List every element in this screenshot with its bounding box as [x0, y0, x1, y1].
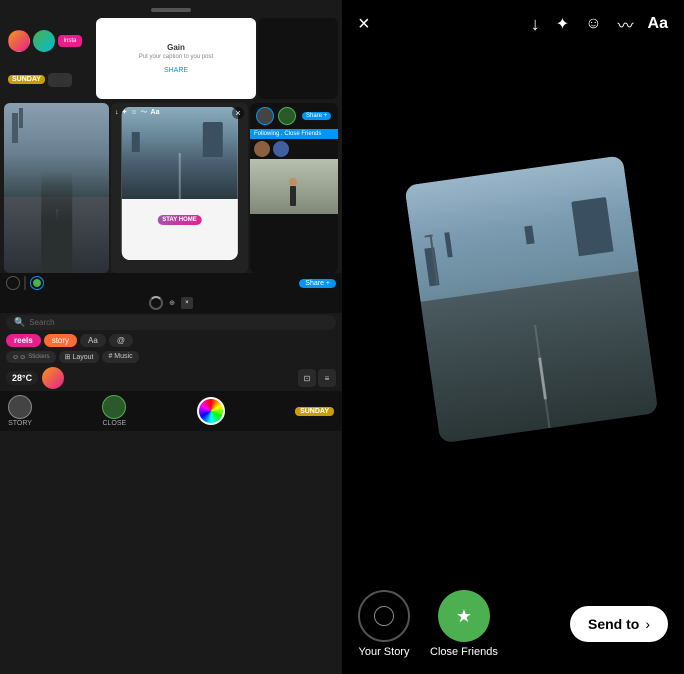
- send-to-text: Send to: [588, 616, 639, 632]
- layout-tool[interactable]: ⊞ Layout: [59, 351, 100, 363]
- sunday-badge: SUNDAY: [8, 75, 45, 84]
- left-panel: insta SUNDAY Gain Put your caption to yo…: [0, 0, 342, 674]
- big-thumbs-row: × ↓ ✦ ☺ 〜 Aa STAY HOME Sha: [0, 103, 342, 273]
- story-icon-3[interactable]: insta: [58, 35, 82, 47]
- story-prog-2: [30, 276, 44, 290]
- sticker-search[interactable]: 🔍 Search: [6, 315, 336, 330]
- your-story-label: Your Story: [359, 646, 410, 658]
- close-icon[interactable]: ×: [358, 13, 370, 36]
- gradient-circle: [42, 367, 64, 389]
- card-title: Gain: [167, 43, 185, 52]
- share-plus-btn[interactable]: Share +: [299, 279, 336, 288]
- small-tool-2[interactable]: ≡: [318, 369, 336, 387]
- top-toolbar: × ↓ ✦ ☺ 〰 Aa: [342, 0, 684, 44]
- temp-row: 28°C ⊡ ≡: [0, 365, 342, 391]
- road-thumb-middle[interactable]: × ↓ ✦ ☺ 〜 Aa STAY HOME: [111, 103, 248, 273]
- tools-grid: reels story Aa @: [0, 332, 342, 349]
- text-icon[interactable]: Aa: [648, 15, 668, 33]
- tool-text[interactable]: Aa: [80, 334, 106, 347]
- your-story-circle[interactable]: [358, 590, 410, 642]
- story-icon-1[interactable]: [8, 30, 30, 52]
- story-progress-row: Share +: [0, 273, 342, 293]
- top-divider: [151, 8, 191, 12]
- sticker-row-2: ☺☺ Stickers ⊞ Layout # Music: [0, 349, 342, 365]
- close-friends-label: Close Friends: [430, 646, 498, 658]
- inner-toolbar: ↓ ✦ ☺ 〜 Aa: [115, 107, 159, 117]
- your-story-option[interactable]: Your Story: [358, 590, 410, 658]
- dark-card: [258, 18, 338, 99]
- white-card: Gain Put your caption to you post SHARE: [96, 18, 256, 99]
- effects-icon[interactable]: ✦: [556, 14, 569, 34]
- canvas-area: [342, 44, 684, 580]
- story-icons-row: insta: [8, 30, 90, 52]
- story-icon-2[interactable]: [33, 30, 55, 52]
- send-to-arrow-icon: ›: [645, 616, 650, 632]
- tool-mentions[interactable]: @: [109, 334, 133, 347]
- small-tool-1[interactable]: ⊡: [298, 369, 316, 387]
- road-detail: [421, 271, 659, 443]
- pattern-badge: [48, 73, 72, 87]
- feed-header: Following . Close Friends: [250, 129, 338, 139]
- close-thumb-btn[interactable]: ×: [232, 107, 244, 119]
- bottom-nav: STORY CLOSE SUNDAY: [0, 391, 342, 431]
- color-palette[interactable]: [197, 397, 225, 425]
- card-subtitle: Put your caption to you post: [139, 54, 213, 62]
- stay-home-sticker: STAY HOME: [157, 215, 202, 225]
- nav-item-2[interactable]: CLOSE: [102, 395, 126, 427]
- loading-row: ⊕ ×: [0, 293, 342, 313]
- road-thumb-left[interactable]: [4, 103, 109, 273]
- right-panel: × ↓ ✦ ☺ 〰 Aa: [342, 0, 684, 674]
- hashtag-tool[interactable]: # Music: [102, 351, 138, 363]
- download-icon[interactable]: ↓: [531, 14, 540, 35]
- nav-item-1[interactable]: STORY: [8, 395, 32, 427]
- road-line: [538, 357, 547, 400]
- toolbar-icons-right: ↓ ✦ ☺ 〰 Aa: [531, 12, 668, 36]
- divider: [24, 276, 26, 290]
- tool-item-2[interactable]: story: [44, 334, 77, 347]
- close-friends-circle[interactable]: ★: [438, 590, 490, 642]
- tilted-photo: [404, 155, 658, 443]
- tool-item-1[interactable]: reels: [6, 334, 41, 347]
- bottom-share-bar: Your Story ★ Close Friends Send to ›: [342, 580, 684, 674]
- send-to-button[interactable]: Send to ›: [570, 606, 668, 642]
- sticker-icon[interactable]: ☺: [585, 15, 601, 33]
- draw-icon[interactable]: 〰: [618, 12, 632, 36]
- story-prog-1: [6, 276, 20, 290]
- emoji-tool[interactable]: ☺☺ Stickers: [6, 351, 56, 363]
- card-action[interactable]: SHARE: [164, 67, 188, 74]
- story-editor-thumb[interactable]: Share + Following . Close Friends: [250, 103, 338, 273]
- close-friends-option[interactable]: ★ Close Friends: [430, 590, 498, 658]
- temp-badge: 28°C: [6, 371, 38, 385]
- nav-item-sunday[interactable]: SUNDAY: [295, 407, 334, 416]
